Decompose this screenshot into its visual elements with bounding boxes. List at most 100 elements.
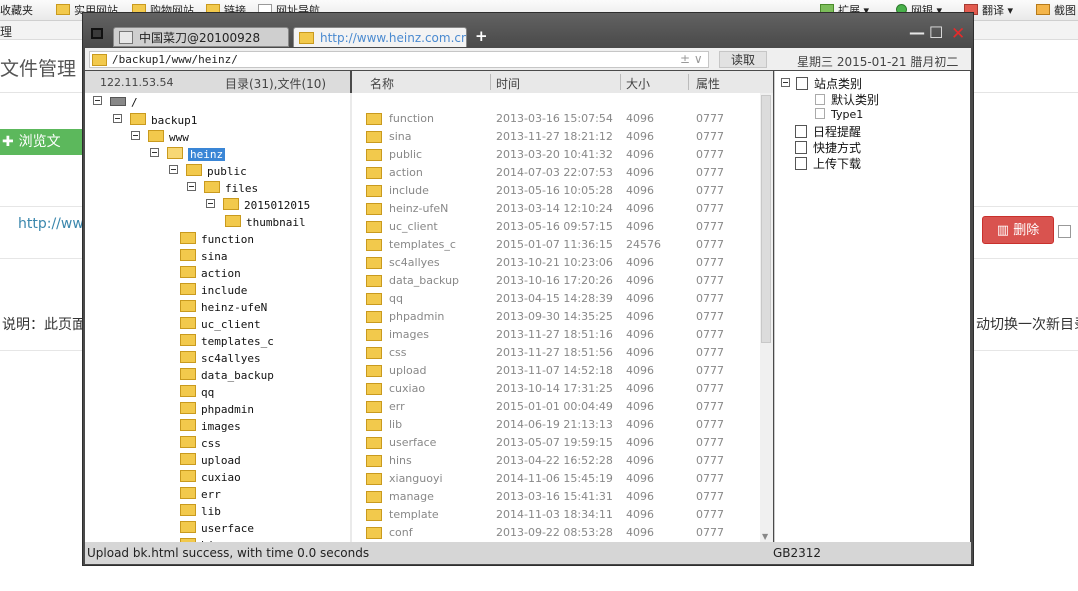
table-row[interactable]: sina 2013-11-27 18:21:12 4096 0777 (352, 127, 760, 145)
new-tab-button[interactable]: + (475, 27, 488, 45)
tree-node[interactable]: templates_c (180, 334, 274, 348)
tab-heinz-url[interactable]: http://www.heinz.com.cn/pu... (293, 27, 467, 47)
tree-node[interactable]: upload (180, 453, 241, 467)
tree-node[interactable]: css (180, 436, 221, 450)
table-row[interactable]: manage 2013-03-16 15:41:31 4096 0777 (352, 487, 760, 505)
table-row[interactable]: heinz-ufeN 2013-03-14 12:10:24 4096 0777 (352, 199, 760, 217)
cell-attr: 0777 (696, 166, 724, 179)
table-row[interactable]: templates_c 2015-01-07 11:36:15 24576 0777 (352, 235, 760, 253)
encoding[interactable]: GB2312 (773, 546, 821, 560)
tree-node[interactable]: action (180, 266, 241, 280)
cell-time: 2013-11-27 18:51:16 (496, 328, 613, 341)
tree-node[interactable]: include (180, 283, 247, 297)
tree-node[interactable]: qq (180, 385, 214, 399)
tree-node[interactable]: lib (180, 504, 221, 518)
table-row[interactable]: conf 2013-09-22 08:53:28 4096 0777 (352, 523, 760, 541)
collapse-icon[interactable] (93, 96, 102, 105)
column-divider[interactable] (490, 74, 491, 90)
tree-node[interactable]: heinz-ufeN (180, 300, 267, 314)
table-row[interactable]: data_backup 2013-10-16 17:20:26 4096 0777 (352, 271, 760, 289)
table-row[interactable]: cuxiao 2013-10-14 17:31:25 4096 0777 (352, 379, 760, 397)
tree-node[interactable]: uc_client (180, 317, 261, 331)
subnav-label[interactable]: 理 (0, 23, 12, 40)
tree-node[interactable]: thumbnail (225, 215, 306, 229)
table-row[interactable]: uc_client 2013-05-16 09:57:15 4096 0777 (352, 217, 760, 235)
shortcuts-node[interactable]: 快捷方式 (795, 139, 861, 156)
table-row[interactable]: template 2014-11-03 18:34:11 4096 0777 (352, 505, 760, 523)
tree-node[interactable]: heinz (150, 147, 226, 161)
tree-node[interactable]: files (187, 181, 258, 195)
cell-time: 2013-09-22 08:53:28 (496, 526, 613, 539)
folder-icon (366, 329, 382, 341)
column-divider[interactable] (620, 74, 621, 90)
scroll-down-arrow-icon[interactable]: ▼ (762, 532, 768, 541)
column-size[interactable]: 大小 (626, 75, 650, 92)
address-field[interactable]: /backup1/www/heinz/ ± ∨ (89, 51, 709, 68)
bookmark-favorites[interactable]: 收藏夹 (0, 2, 33, 18)
tree-node-label: 2015012015 (244, 199, 311, 212)
folder-icon (180, 249, 196, 261)
table-row[interactable]: function 2013-03-16 15:07:54 4096 0777 (352, 109, 760, 127)
table-row[interactable]: action 2014-07-03 22:07:53 4096 0777 (352, 163, 760, 181)
maximize-button[interactable]: ☐ (929, 23, 943, 42)
scrollbar-thumb[interactable] (761, 95, 771, 343)
collapse-icon[interactable] (206, 199, 215, 208)
tree-node[interactable]: userface (180, 521, 254, 535)
tab-caidao[interactable]: 中国菜刀@20100928 (113, 27, 289, 47)
tree-node[interactable]: backup1 (113, 113, 197, 127)
collapse-icon[interactable] (131, 131, 140, 140)
tree-node[interactable]: cuxiao (180, 470, 241, 484)
folder-icon (366, 419, 382, 431)
tree-node[interactable]: images (180, 419, 241, 433)
upload-download-node[interactable]: 上传下载 (795, 155, 861, 172)
default-category-node[interactable]: 默认类别 (815, 91, 879, 108)
folder-icon (366, 455, 382, 467)
schedule-node[interactable]: 日程提醒 (795, 123, 861, 140)
delete-button[interactable]: ▥ 删除 (982, 216, 1054, 244)
site-category-node[interactable]: 站点类别 (781, 75, 862, 92)
cell-attr: 0777 (696, 508, 724, 521)
column-name[interactable]: 名称 (370, 75, 394, 92)
column-attr[interactable]: 属性 (696, 75, 720, 92)
screenshot-button[interactable]: 截图 (1036, 2, 1076, 18)
table-row[interactable]: userface 2013-05-07 19:59:15 4096 0777 (352, 433, 760, 451)
collapse-icon[interactable] (113, 114, 122, 123)
tree-node[interactable]: phpadmin (180, 402, 254, 416)
read-button[interactable]: 读取 (719, 51, 767, 68)
table-row[interactable]: qq 2013-04-15 14:28:39 4096 0777 (352, 289, 760, 307)
column-time[interactable]: 时间 (496, 75, 520, 92)
folder-icon (366, 185, 382, 197)
table-row[interactable]: sc4allyes 2013-10-21 10:23:06 4096 0777 (352, 253, 760, 271)
table-row[interactable]: css 2013-11-27 18:51:56 4096 0777 (352, 343, 760, 361)
table-row[interactable]: xianguoyi 2014-11-06 15:45:19 4096 0777 (352, 469, 760, 487)
type1-node[interactable]: Type1 (815, 108, 863, 121)
tree-node[interactable]: 2015012015 (206, 198, 310, 212)
select-checkbox[interactable] (1058, 225, 1071, 238)
tree-node[interactable]: sina (180, 249, 228, 263)
tree-node[interactable]: err (180, 487, 221, 501)
table-row[interactable]: images 2013-11-27 18:51:16 4096 0777 (352, 325, 760, 343)
collapse-icon[interactable] (150, 148, 159, 157)
table-row[interactable]: phpadmin 2013-09-30 14:35:25 4096 0777 (352, 307, 760, 325)
table-row[interactable]: include 2013-05-16 10:05:28 4096 0777 (352, 181, 760, 199)
tree-node[interactable]: data_backup (180, 368, 274, 382)
tree-node[interactable]: sc4allyes (180, 351, 261, 365)
minimize-button[interactable]: — (909, 23, 925, 42)
column-divider[interactable] (688, 74, 689, 90)
table-row[interactable]: err 2015-01-01 00:04:49 4096 0777 (352, 397, 760, 415)
table-row[interactable]: upload 2013-11-07 14:52:18 4096 0777 (352, 361, 760, 379)
tree-node[interactable]: public (169, 164, 247, 178)
close-button[interactable]: ✕ (951, 24, 965, 44)
table-row[interactable]: public 2013-03-20 10:41:32 4096 0777 (352, 145, 760, 163)
collapse-icon[interactable] (187, 182, 196, 191)
browse-files-button[interactable]: ✚ 浏览文件... (0, 129, 86, 176)
collapse-icon[interactable] (169, 165, 178, 174)
table-row[interactable]: lib 2014-06-19 21:13:13 4096 0777 (352, 415, 760, 433)
tree-node[interactable]: / (93, 96, 138, 110)
address-dropdown-icon[interactable]: ± ∨ (680, 52, 703, 66)
file-list-scrollbar[interactable]: ▼ (760, 93, 773, 542)
tree-node[interactable]: www (131, 130, 189, 144)
collapse-icon[interactable] (781, 78, 790, 87)
tree-node[interactable]: function (180, 232, 254, 246)
table-row[interactable]: hins 2013-04-22 16:52:28 4096 0777 (352, 451, 760, 469)
